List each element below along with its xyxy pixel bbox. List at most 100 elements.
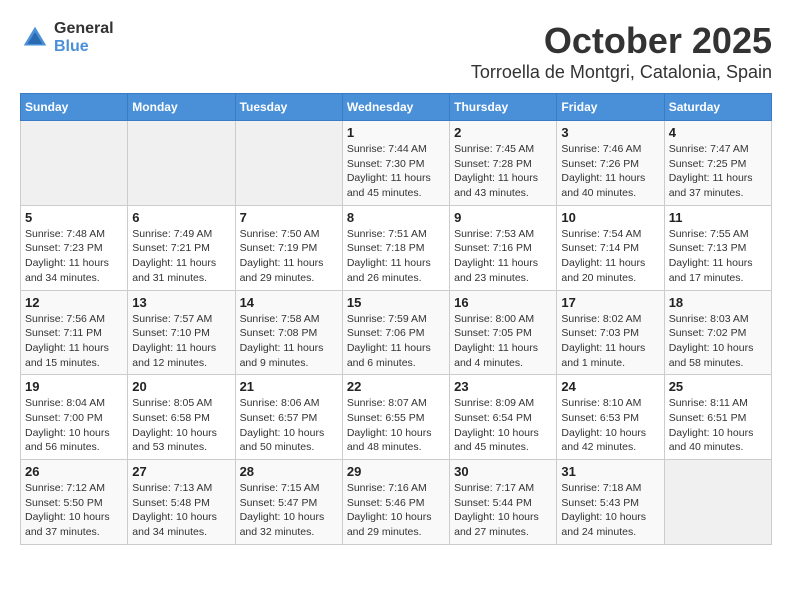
calendar-cell: 15 Sunrise: 7:59 AM Sunset: 7:06 PM Dayli…	[342, 290, 449, 375]
calendar-week-5: 26 Sunrise: 7:12 AM Sunset: 5:50 PM Dayli…	[21, 460, 772, 545]
day-number: 21	[240, 379, 338, 394]
day-info: Sunrise: 7:49 AM Sunset: 7:21 PM Dayligh…	[132, 227, 230, 286]
calendar-cell: 24 Sunrise: 8:10 AM Sunset: 6:53 PM Dayli…	[557, 375, 664, 460]
day-number: 11	[669, 210, 767, 225]
page-header: General Blue October 2025 Torroella de M…	[20, 20, 772, 83]
day-number: 24	[561, 379, 659, 394]
calendar-cell: 4 Sunrise: 7:47 AM Sunset: 7:25 PM Daylig…	[664, 121, 771, 206]
day-of-week-friday: Friday	[557, 94, 664, 121]
day-number: 27	[132, 464, 230, 479]
day-number: 8	[347, 210, 445, 225]
day-number: 3	[561, 125, 659, 140]
calendar-cell: 9 Sunrise: 7:53 AM Sunset: 7:16 PM Daylig…	[450, 205, 557, 290]
logo-text: General Blue	[54, 20, 114, 55]
calendar-week-2: 5Sunrise: 7:48 AM Sunset: 7:23 PM Daylig…	[21, 205, 772, 290]
calendar-cell: 11Sunrise: 7:55 AM Sunset: 7:13 PM Dayli…	[664, 205, 771, 290]
day-number: 19	[25, 379, 123, 394]
day-info: Sunrise: 7:18 AM Sunset: 5:43 PM Dayligh…	[561, 481, 659, 540]
logo-blue-text: Blue	[54, 38, 114, 56]
day-of-week-tuesday: Tuesday	[235, 94, 342, 121]
day-info: Sunrise: 7:57 AM Sunset: 7:10 PM Dayligh…	[132, 312, 230, 371]
day-number: 6	[132, 210, 230, 225]
calendar-cell: 19 Sunrise: 8:04 AM Sunset: 7:00 PM Dayli…	[21, 375, 128, 460]
calendar-cell: 29Sunrise: 7:16 AM Sunset: 5:46 PM Dayli…	[342, 460, 449, 545]
calendar-cell: 27Sunrise: 7:13 AM Sunset: 5:48 PM Dayli…	[128, 460, 235, 545]
calendar-cell: 12 Sunrise: 7:56 AM Sunset: 7:11 PM Dayli…	[21, 290, 128, 375]
day-info: Sunrise: 7:50 AM Sunset: 7:19 PM Dayligh…	[240, 227, 338, 286]
day-of-week-monday: Monday	[128, 94, 235, 121]
calendar-week-4: 19 Sunrise: 8:04 AM Sunset: 7:00 PM Dayli…	[21, 375, 772, 460]
calendar-table: SundayMondayTuesdayWednesdayThursdayFrid…	[20, 93, 772, 545]
day-number: 12	[25, 295, 123, 310]
day-info: Sunrise: 7:45 AM Sunset: 7:28 PM Dayligh…	[454, 142, 552, 201]
day-info: Sunrise: 7:59 AM Sunset: 7:06 PM Dayligh…	[347, 312, 445, 371]
day-number: 1	[347, 125, 445, 140]
calendar-cell: 6 Sunrise: 7:49 AM Sunset: 7:21 PM Daylig…	[128, 205, 235, 290]
day-number: 5	[25, 210, 123, 225]
day-info: Sunrise: 7:44 AM Sunset: 7:30 PM Dayligh…	[347, 142, 445, 201]
day-number: 23	[454, 379, 552, 394]
day-info: Sunrise: 8:02 AM Sunset: 7:03 PM Dayligh…	[561, 312, 659, 371]
calendar-cell: 21Sunrise: 8:06 AM Sunset: 6:57 PM Dayli…	[235, 375, 342, 460]
day-number: 9	[454, 210, 552, 225]
day-info: Sunrise: 7:47 AM Sunset: 7:25 PM Dayligh…	[669, 142, 767, 201]
day-number: 15	[347, 295, 445, 310]
day-number: 2	[454, 125, 552, 140]
day-info: Sunrise: 7:54 AM Sunset: 7:14 PM Dayligh…	[561, 227, 659, 286]
day-number: 28	[240, 464, 338, 479]
day-info: Sunrise: 7:58 AM Sunset: 7:08 PM Dayligh…	[240, 312, 338, 371]
day-info: Sunrise: 7:51 AM Sunset: 7:18 PM Dayligh…	[347, 227, 445, 286]
calendar-cell: 17 Sunrise: 8:02 AM Sunset: 7:03 PM Dayli…	[557, 290, 664, 375]
day-info: Sunrise: 8:10 AM Sunset: 6:53 PM Dayligh…	[561, 396, 659, 455]
day-of-week-saturday: Saturday	[664, 94, 771, 121]
calendar-cell: 31Sunrise: 7:18 AM Sunset: 5:43 PM Dayli…	[557, 460, 664, 545]
calendar-cell: 18 Sunrise: 8:03 AM Sunset: 7:02 PM Dayli…	[664, 290, 771, 375]
day-number: 17	[561, 295, 659, 310]
day-of-week-wednesday: Wednesday	[342, 94, 449, 121]
day-number: 13	[132, 295, 230, 310]
day-number: 16	[454, 295, 552, 310]
day-info: Sunrise: 7:46 AM Sunset: 7:26 PM Dayligh…	[561, 142, 659, 201]
day-number: 18	[669, 295, 767, 310]
calendar-cell: 26 Sunrise: 7:12 AM Sunset: 5:50 PM Dayli…	[21, 460, 128, 545]
day-info: Sunrise: 8:03 AM Sunset: 7:02 PM Dayligh…	[669, 312, 767, 371]
calendar-cell	[235, 121, 342, 206]
day-info: Sunrise: 8:09 AM Sunset: 6:54 PM Dayligh…	[454, 396, 552, 455]
day-info: Sunrise: 8:04 AM Sunset: 7:00 PM Dayligh…	[25, 396, 123, 455]
day-info: Sunrise: 8:00 AM Sunset: 7:05 PM Dayligh…	[454, 312, 552, 371]
day-info: Sunrise: 7:12 AM Sunset: 5:50 PM Dayligh…	[25, 481, 123, 540]
logo: General Blue	[20, 20, 114, 55]
calendar-cell: 13 Sunrise: 7:57 AM Sunset: 7:10 PM Dayli…	[128, 290, 235, 375]
day-number: 4	[669, 125, 767, 140]
location-title: Torroella de Montgri, Catalonia, Spain	[471, 62, 772, 83]
day-number: 26	[25, 464, 123, 479]
day-number: 22	[347, 379, 445, 394]
calendar-header: SundayMondayTuesdayWednesdayThursdayFrid…	[21, 94, 772, 121]
calendar-cell: 16 Sunrise: 8:00 AM Sunset: 7:05 PM Dayli…	[450, 290, 557, 375]
day-info: Sunrise: 7:53 AM Sunset: 7:16 PM Dayligh…	[454, 227, 552, 286]
day-number: 20	[132, 379, 230, 394]
calendar-cell: 25Sunrise: 8:11 AM Sunset: 6:51 PM Dayli…	[664, 375, 771, 460]
title-block: October 2025 Torroella de Montgri, Catal…	[471, 20, 772, 83]
calendar-cell: 8 Sunrise: 7:51 AM Sunset: 7:18 PM Daylig…	[342, 205, 449, 290]
day-number: 25	[669, 379, 767, 394]
day-number: 10	[561, 210, 659, 225]
calendar-cell: 22 Sunrise: 8:07 AM Sunset: 6:55 PM Dayli…	[342, 375, 449, 460]
day-number: 30	[454, 464, 552, 479]
calendar-cell	[664, 460, 771, 545]
calendar-cell: 3 Sunrise: 7:46 AM Sunset: 7:26 PM Daylig…	[557, 121, 664, 206]
day-info: Sunrise: 7:16 AM Sunset: 5:46 PM Dayligh…	[347, 481, 445, 540]
calendar-cell: 10 Sunrise: 7:54 AM Sunset: 7:14 PM Dayli…	[557, 205, 664, 290]
day-info: Sunrise: 7:56 AM Sunset: 7:11 PM Dayligh…	[25, 312, 123, 371]
day-info: Sunrise: 8:07 AM Sunset: 6:55 PM Dayligh…	[347, 396, 445, 455]
day-info: Sunrise: 7:17 AM Sunset: 5:44 PM Dayligh…	[454, 481, 552, 540]
calendar-cell: 30 Sunrise: 7:17 AM Sunset: 5:44 PM Dayli…	[450, 460, 557, 545]
month-title: October 2025	[471, 20, 772, 62]
calendar-cell: 5Sunrise: 7:48 AM Sunset: 7:23 PM Daylig…	[21, 205, 128, 290]
calendar-cell: 23 Sunrise: 8:09 AM Sunset: 6:54 PM Dayli…	[450, 375, 557, 460]
calendar-cell: 28Sunrise: 7:15 AM Sunset: 5:47 PM Dayli…	[235, 460, 342, 545]
calendar-cell: 20Sunrise: 8:05 AM Sunset: 6:58 PM Dayli…	[128, 375, 235, 460]
calendar-cell: 2 Sunrise: 7:45 AM Sunset: 7:28 PM Daylig…	[450, 121, 557, 206]
logo-icon	[20, 23, 50, 53]
days-of-week-row: SundayMondayTuesdayWednesdayThursdayFrid…	[21, 94, 772, 121]
